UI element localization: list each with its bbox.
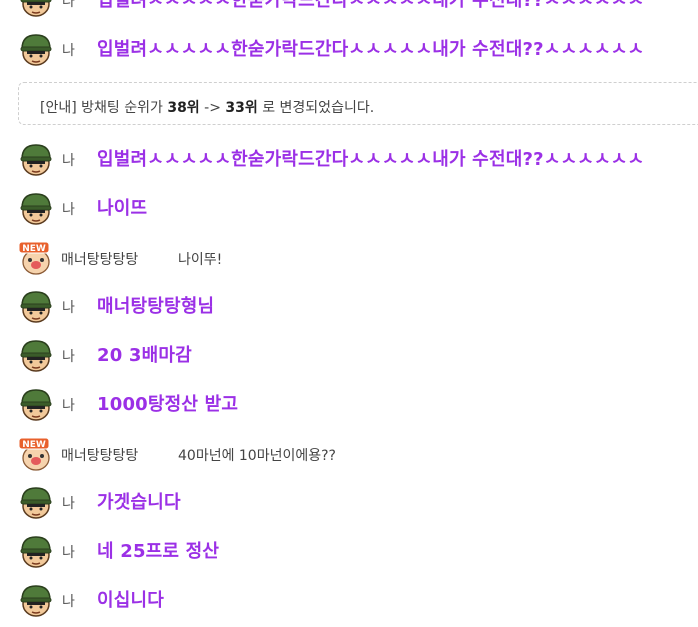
my-avatar-icon[interactable] xyxy=(18,32,54,68)
speaker-label: 나 xyxy=(62,43,75,59)
chat-message: 나 20 3배마감 xyxy=(0,333,698,382)
message-text: 네 25프로 정산 xyxy=(97,541,220,562)
speaker-label: 나 xyxy=(62,398,75,414)
speaker-label: 나 xyxy=(62,594,75,610)
notice-arrow: -> xyxy=(199,100,226,116)
my-avatar-icon[interactable] xyxy=(18,387,54,423)
notice-rank-to: 33위 xyxy=(225,100,258,116)
message-text: 40마넌에 10마넌이에용?? xyxy=(178,448,336,464)
my-avatar-icon[interactable] xyxy=(18,191,54,227)
chat-message: 나 네 25프로 정산 xyxy=(0,529,698,578)
notice-prefix: [안내] 방채팅 순위가 xyxy=(40,100,168,116)
chat-message: NEW 매너탕탕탕탕 40마넌에 10마넌이에용?? xyxy=(0,431,698,480)
chat-message: 나 입벌려ㅅㅅㅅㅅㅅ한숟가락드간다ㅅㅅㅅㅅㅅ내가 수전대??ㅅㅅㅅㅅㅅㅅ xyxy=(0,27,698,76)
speaker-label: 나 xyxy=(62,545,75,561)
message-text: 20 3배마감 xyxy=(97,345,192,366)
my-avatar-icon[interactable] xyxy=(18,289,54,325)
chat-message: 나 1000탕정산 받고 xyxy=(0,382,698,431)
chat-message: 나 나이뜨 xyxy=(0,186,698,235)
message-text: 나이뚜! xyxy=(178,252,223,268)
notice-suffix: 로 변경되었습니다. xyxy=(257,100,375,116)
speaker-label: 나 xyxy=(62,202,75,218)
chat-message: 나 가겟습니다 xyxy=(0,480,698,529)
speaker-label: 나 xyxy=(62,349,75,365)
message-text: 가겟습니다 xyxy=(97,492,181,513)
speaker-label: 나 xyxy=(62,153,75,169)
message-text: 입벌려ㅅㅅㅅㅅㅅ한숟가락드간다ㅅㅅㅅㅅㅅ내가 수전대??ㅅㅅㅅㅅㅅㅅ xyxy=(97,0,645,11)
chat-message: 나 입벌려ㅅㅅㅅㅅㅅ한숟가락드간다ㅅㅅㅅㅅㅅ내가 수전대??ㅅㅅㅅㅅㅅㅅ xyxy=(0,137,698,186)
chat-log: 나 입벌려ㅅㅅㅅㅅㅅ한숟가락드간다ㅅㅅㅅㅅㅅ내가 수전대??ㅅㅅㅅㅅㅅㅅ 나 입벌려ㅅ… xyxy=(0,0,698,627)
notice-row: [안내] 방채팅 순위가 38위 -> 33위 로 변경되었습니다. xyxy=(0,76,698,137)
speaker-label: 나 xyxy=(62,300,75,316)
chat-message: NEW 매너탕탕탕탕 나이뚜! xyxy=(0,235,698,284)
sender-name[interactable]: 매너탕탕탕탕 xyxy=(61,249,138,269)
chat-message: 나 입벌려ㅅㅅㅅㅅㅅ한숟가락드간다ㅅㅅㅅㅅㅅ내가 수전대??ㅅㅅㅅㅅㅅㅅ xyxy=(0,0,698,27)
sender-name[interactable]: 매너탕탕탕탕 xyxy=(61,445,138,465)
speaker-label: 나 xyxy=(62,0,75,10)
message-text: 나이뜨 xyxy=(97,198,148,219)
message-text: 입벌려ㅅㅅㅅㅅㅅ한숟가락드간다ㅅㅅㅅㅅㅅ내가 수전대??ㅅㅅㅅㅅㅅㅅ xyxy=(97,149,645,170)
message-text: 입벌려ㅅㅅㅅㅅㅅ한숟가락드간다ㅅㅅㅅㅅㅅ내가 수전대??ㅅㅅㅅㅅㅅㅅ xyxy=(97,39,645,60)
message-text: 이십니다 xyxy=(97,590,165,611)
my-avatar-icon[interactable] xyxy=(18,583,54,619)
system-notice: [안내] 방채팅 순위가 38위 -> 33위 로 변경되었습니다. xyxy=(18,82,698,125)
other-avatar-icon[interactable]: NEW xyxy=(18,240,54,276)
my-avatar-icon[interactable] xyxy=(18,0,54,19)
my-avatar-icon[interactable] xyxy=(18,534,54,570)
svg-text:NEW: NEW xyxy=(22,244,46,254)
notice-rank-from: 38위 xyxy=(167,100,200,116)
speaker-label: 나 xyxy=(62,496,75,512)
message-text: 1000탕정산 받고 xyxy=(97,394,239,415)
chat-message: 나 매너탕탕탕형님 xyxy=(0,284,698,333)
my-avatar-icon[interactable] xyxy=(18,338,54,374)
svg-text:NEW: NEW xyxy=(22,440,46,450)
chat-message: 나 이십니다 xyxy=(0,578,698,627)
my-avatar-icon[interactable] xyxy=(18,485,54,521)
other-avatar-icon[interactable]: NEW xyxy=(18,436,54,472)
message-text: 매너탕탕탕형님 xyxy=(97,296,215,317)
my-avatar-icon[interactable] xyxy=(18,142,54,178)
